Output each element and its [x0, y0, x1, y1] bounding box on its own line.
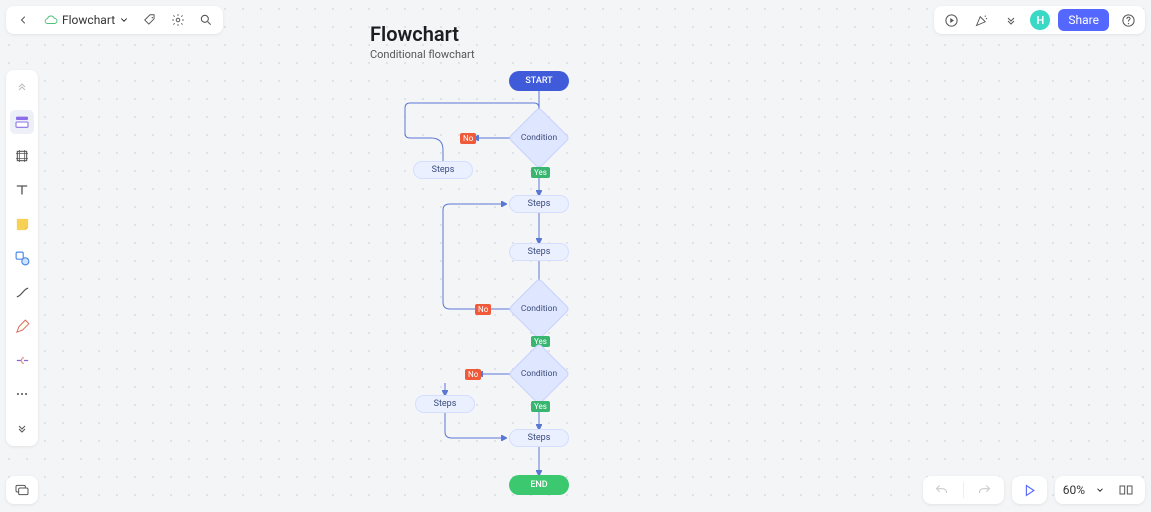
- page-title[interactable]: Flowchart: [370, 22, 459, 46]
- node-steps-2[interactable]: Steps: [509, 195, 569, 213]
- templates-tool[interactable]: [10, 110, 34, 134]
- node-steps-3-label: Steps: [528, 247, 551, 257]
- node-condition-2-label: Condition: [521, 304, 557, 314]
- sticky-note-tool[interactable]: [10, 212, 34, 236]
- node-condition-1-label: Condition: [521, 133, 557, 143]
- node-steps-no-3-label: Steps: [434, 399, 457, 409]
- node-start[interactable]: START: [509, 71, 569, 91]
- node-steps-no-1[interactable]: Steps: [413, 161, 473, 179]
- page-subtitle[interactable]: Conditional flowchart: [370, 48, 475, 61]
- minimap-button[interactable]: [1115, 479, 1137, 501]
- present-button[interactable]: [940, 9, 962, 31]
- help-button[interactable]: [1117, 9, 1139, 31]
- left-toolbar: [6, 70, 38, 446]
- chevron-down-icon: [119, 15, 129, 25]
- node-end-label: END: [530, 480, 547, 490]
- edge-label-no-2: No: [475, 304, 491, 315]
- bottom-right-controls: 60%: [923, 476, 1145, 504]
- chevron-down-icon[interactable]: [1095, 485, 1105, 495]
- node-start-label: START: [525, 76, 552, 86]
- canvas[interactable]: [0, 0, 1151, 512]
- confetti-button[interactable]: [970, 9, 992, 31]
- collapse-up-button[interactable]: [10, 76, 34, 100]
- mindmap-tool[interactable]: [10, 348, 34, 372]
- zoom-controls: 60%: [1055, 476, 1145, 504]
- edge-label-yes-1: Yes: [531, 167, 550, 178]
- shapes-tool[interactable]: [10, 246, 34, 270]
- share-button[interactable]: Share: [1058, 9, 1109, 31]
- zoom-value[interactable]: 60%: [1063, 483, 1085, 497]
- frame-tool[interactable]: [10, 144, 34, 168]
- top-right-toolbar: H Share: [934, 6, 1145, 34]
- pen-tool[interactable]: [10, 314, 34, 338]
- history-controls: [923, 476, 1004, 504]
- top-left-toolbar: Flowchart: [6, 6, 223, 34]
- divider: [963, 482, 964, 498]
- node-condition-3[interactable]: Condition: [517, 352, 561, 396]
- node-steps-no-3[interactable]: Steps: [415, 395, 475, 413]
- settings-button[interactable]: [167, 9, 189, 31]
- document-title-dropdown[interactable]: Flowchart: [40, 13, 133, 27]
- node-steps-5[interactable]: Steps: [509, 429, 569, 447]
- pointer-mode-button[interactable]: [1012, 476, 1047, 504]
- collapse-down-button[interactable]: [10, 416, 34, 440]
- tag-button[interactable]: [139, 9, 161, 31]
- node-condition-3-label: Condition: [521, 369, 557, 379]
- node-steps-no-1-label: Steps: [432, 165, 455, 175]
- redo-button[interactable]: [974, 479, 996, 501]
- node-steps-3[interactable]: Steps: [509, 243, 569, 261]
- more-tools-button[interactable]: [10, 382, 34, 406]
- text-tool[interactable]: [10, 178, 34, 202]
- node-steps-2-label: Steps: [528, 199, 551, 209]
- edge-label-no-1: No: [460, 133, 476, 144]
- back-button[interactable]: [12, 9, 34, 31]
- search-button[interactable]: [195, 9, 217, 31]
- avatar[interactable]: H: [1030, 10, 1050, 30]
- connector-tool[interactable]: [10, 280, 34, 304]
- more-chevron-button[interactable]: [1000, 9, 1022, 31]
- node-steps-5-label: Steps: [528, 433, 551, 443]
- cloud-sync-icon: [44, 13, 58, 27]
- node-condition-2[interactable]: Condition: [517, 287, 561, 331]
- edge-label-no-3: No: [465, 369, 481, 380]
- node-condition-1[interactable]: Condition: [517, 116, 561, 160]
- edge-label-yes-3: Yes: [531, 401, 550, 412]
- undo-button[interactable]: [931, 479, 953, 501]
- layers-panel-button[interactable]: [6, 476, 38, 504]
- node-end[interactable]: END: [509, 475, 569, 495]
- document-title: Flowchart: [62, 13, 115, 27]
